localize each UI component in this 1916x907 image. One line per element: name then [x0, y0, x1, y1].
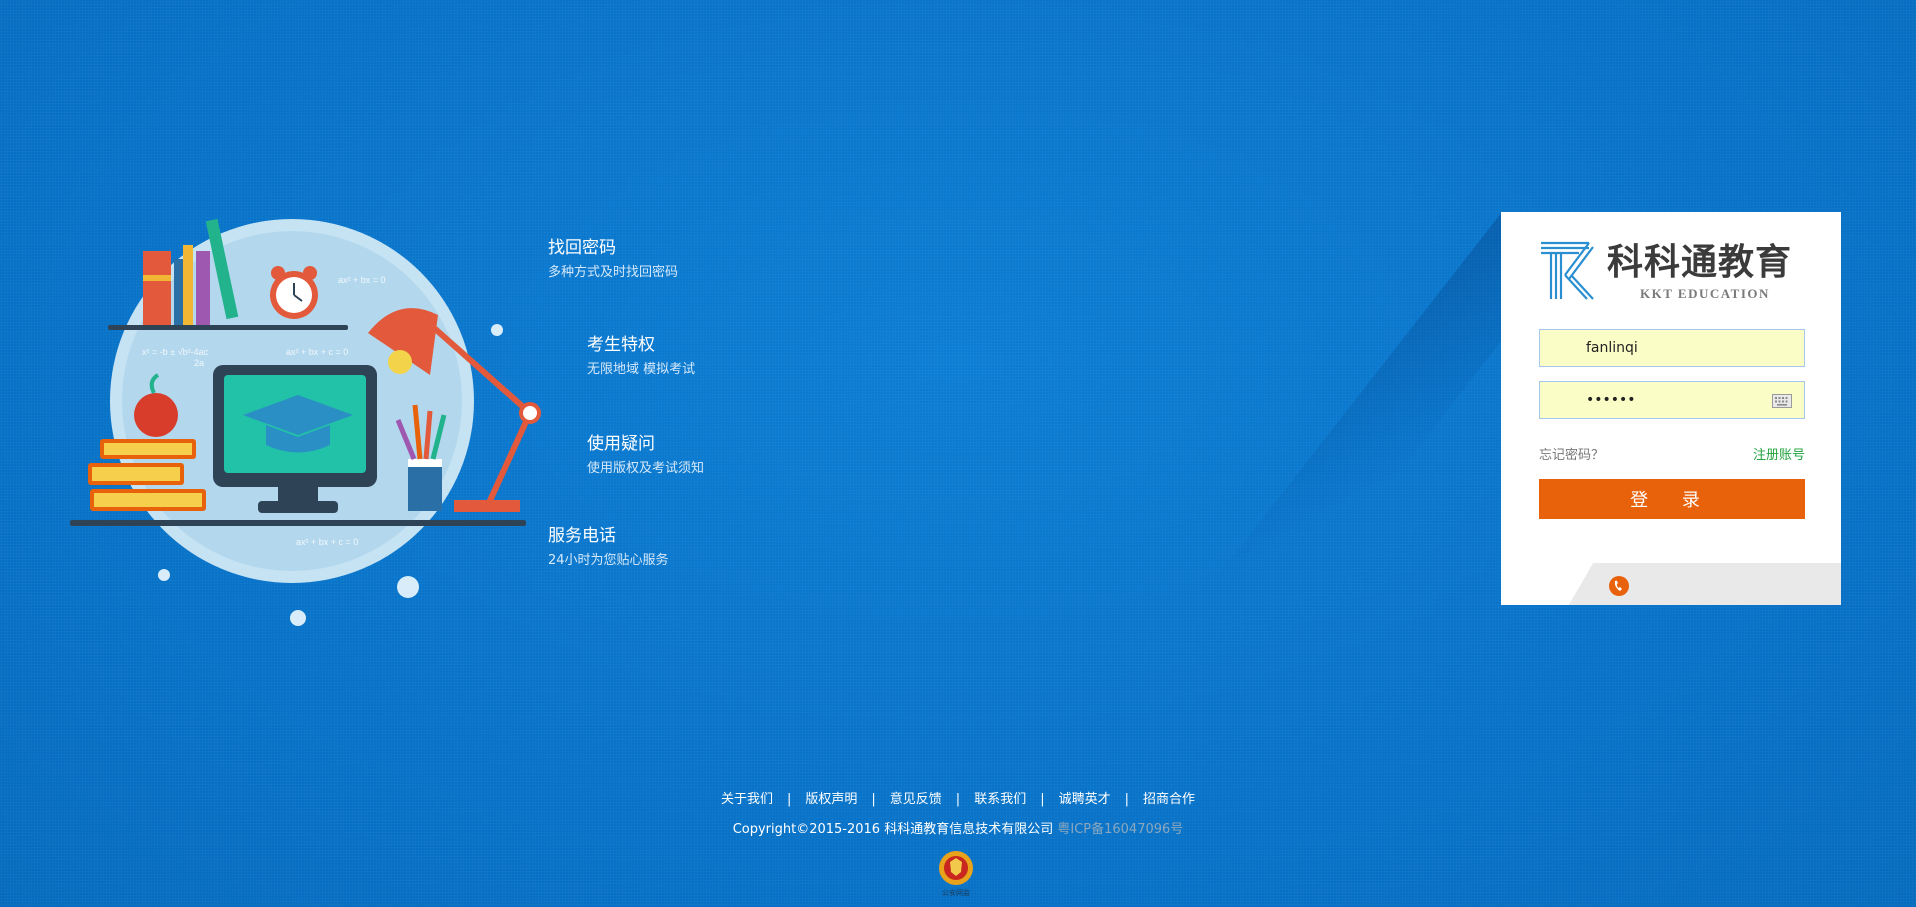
logo-text: 科科通教育 [1607, 241, 1793, 283]
forgot-password-link[interactable]: 忘记密码？ [1539, 444, 1604, 463]
login-button[interactable]: 登 录 [1539, 479, 1805, 519]
bubble-dot [491, 324, 503, 336]
alarm-clock-icon [270, 266, 318, 319]
footer-link-contact[interactable]: 联系我们 [974, 792, 1026, 807]
formula-text: ax² + bx = 0 [338, 275, 386, 285]
feature-desc: 无限地域 模拟考试 [587, 362, 696, 377]
feature-find-password[interactable]: 找回密码 多种方式及时找回密码 [548, 237, 678, 282]
police-badge-icon[interactable]: 公安网监 [937, 848, 975, 898]
footer-link-feedback[interactable]: 意见反馈 [890, 792, 942, 807]
register-link[interactable]: 注册账号 [1753, 444, 1805, 463]
desk-shelf [70, 520, 526, 526]
feature-desc: 24小时为您贴心服务 [548, 553, 669, 568]
formula-text: x² = -b ± √b²-4ac [142, 347, 209, 357]
bubble-dot [158, 569, 170, 581]
bubble-dot [397, 576, 419, 598]
formula-text: 2a [194, 358, 204, 368]
bubble-dot [290, 610, 306, 626]
feature-usage-questions[interactable]: 使用疑问 使用版权及考试须知 [587, 433, 704, 478]
education-illustration: ax² + bx = 0 x² = -b ± √b²-4ac 2a ax² + … [70, 218, 541, 626]
footer-separator: | [871, 792, 876, 807]
username-input[interactable] [1539, 329, 1805, 367]
feature-title: 找回密码 [548, 238, 616, 258]
footer-link-careers[interactable]: 诚聘英才 [1059, 792, 1111, 807]
feature-title: 考生特权 [587, 335, 655, 355]
copyright-text: Copyright©2015-2016 科科通教育信息技术有限公司 [732, 822, 1054, 837]
police-badge-caption: 公安网监 [942, 888, 970, 897]
footer-separator: | [786, 792, 792, 807]
footer-separator: | [955, 792, 961, 807]
footer-separator: | [1040, 792, 1045, 807]
phone-icon[interactable] [1608, 575, 1630, 597]
login-panel: 科科通教育 KKT EDUCATION 忘记密码？ 注册账号 登 录 [1501, 212, 1841, 605]
feature-title: 使用疑问 [587, 434, 655, 454]
formula-text: ax² + bx + c = 0 [286, 347, 348, 357]
feature-title: 服务电话 [548, 526, 616, 546]
feature-desc: 多种方式及时找回密码 [548, 265, 679, 280]
footer-separator: | [1124, 792, 1129, 807]
logo-subtitle: KKT EDUCATION [1640, 286, 1770, 301]
footer-links: 关于我们 | 版权声明 | 意见反馈 | 联系我们 | 诚聘英才 | 招商合作 [0, 788, 1916, 807]
kkt-logo-icon [1541, 241, 1594, 300]
password-input[interactable] [1539, 381, 1805, 419]
feature-desc: 使用版权及考试须知 [587, 461, 705, 476]
footer-link-about[interactable]: 关于我们 [721, 792, 773, 807]
keyboard-icon[interactable] [1772, 394, 1792, 408]
formula-text: ax² + bx + c = 0 [296, 537, 358, 547]
icp-link[interactable]: 粤ICP备16047096号 [1057, 822, 1183, 837]
footer-link-business[interactable]: 招商合作 [1143, 792, 1195, 807]
brand-logo: 科科通教育 KKT EDUCATION [1539, 239, 1809, 303]
feature-candidate-privilege[interactable]: 考生特权 无限地域 模拟考试 [587, 334, 695, 379]
shelf [108, 325, 348, 330]
feature-service-phone[interactable]: 服务电话 24小时为您贴心服务 [548, 525, 669, 570]
footer-link-copyright[interactable]: 版权声明 [805, 792, 857, 807]
copyright-line: Copyright©2015-2016 科科通教育信息技术有限公司 粤ICP备1… [0, 818, 1916, 837]
